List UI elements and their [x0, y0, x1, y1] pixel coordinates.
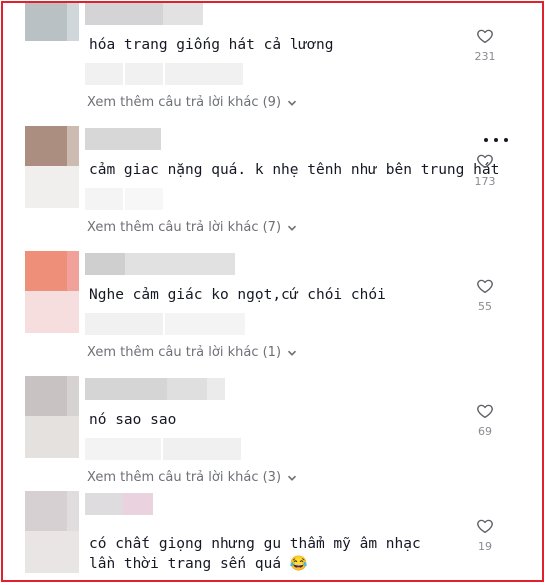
comment-section-frame: hóa trang giống hát cả lương 231 cảm gia… [1, 1, 544, 582]
like-count: 69 [478, 425, 492, 438]
comment-item: cảm giac nặng quá. k nhẹ tênh như bên tr… [3, 116, 542, 224]
more-options-icon[interactable] [484, 136, 508, 144]
avatar[interactable] [25, 491, 79, 573]
avatar[interactable] [25, 3, 79, 83]
avatar[interactable] [25, 126, 79, 208]
comment-item: nó sao sao 69 [3, 366, 542, 474]
comment-meta-blurred [85, 313, 245, 335]
heart-outline-icon[interactable] [476, 27, 494, 45]
heart-outline-icon[interactable] [476, 277, 494, 295]
chevron-down-icon [287, 350, 297, 356]
username-blurred[interactable] [85, 3, 203, 25]
comment-text: có chất giọng nhưng gu thẩm mỹ âm nhạc l… [89, 536, 421, 572]
view-more-label: Xem thêm câu trả lời khác (9) [87, 95, 282, 110]
chevron-down-icon [287, 100, 297, 106]
heart-outline-icon[interactable] [476, 152, 494, 170]
view-more-replies-button[interactable]: Xem thêm câu trả lời khác (9) [87, 95, 297, 110]
username-blurred[interactable] [85, 128, 161, 150]
view-more-label: Xem thêm câu trả lời khác (7) [87, 220, 282, 235]
like-count: 173 [474, 175, 496, 188]
view-more-replies-button[interactable]: Xem thêm câu trả lời khác (3) [87, 470, 297, 485]
comment-text: Nghe cảm giác ko ngọt,cứ chói chói [89, 287, 386, 303]
view-more-replies-button[interactable]: Xem thêm câu trả lời khác (1) [87, 345, 297, 360]
avatar[interactable] [25, 376, 79, 458]
like-count: 231 [474, 50, 496, 63]
comment-meta-blurred [85, 438, 245, 460]
avatar[interactable] [25, 251, 79, 333]
chevron-down-icon [287, 225, 297, 231]
like-control[interactable]: 69 [472, 402, 498, 438]
username-blurred[interactable] [85, 378, 225, 400]
like-control[interactable]: 55 [472, 277, 498, 313]
comment-text: hóa trang giống hát cả lương [89, 37, 334, 53]
view-more-label: Xem thêm câu trả lời khác (3) [87, 470, 282, 485]
view-more-label: Xem thêm câu trả lời khác (1) [87, 345, 282, 360]
comment-text: cảm giac nặng quá. k nhẹ tênh như bên tr… [89, 162, 500, 178]
comment-text: nó sao sao [89, 412, 177, 428]
like-count: 55 [478, 300, 492, 313]
view-more-replies-button[interactable]: Xem thêm câu trả lời khác (7) [87, 220, 297, 235]
comment-item: hóa trang giống hát cả lương 231 [3, 3, 542, 99]
comment-item: Nghe cảm giác ko ngọt,cứ chói chói 55 [3, 241, 542, 349]
username-blurred[interactable] [85, 493, 153, 515]
like-control[interactable]: 231 [472, 27, 498, 63]
comment-item: có chất giọng nhưng gu thẩm mỹ âm nhạc l… [3, 481, 542, 580]
chevron-down-icon [287, 475, 297, 481]
comment-meta-blurred [85, 63, 245, 85]
like-control[interactable]: 19 [472, 517, 498, 553]
like-control[interactable]: 173 [472, 152, 498, 188]
like-count: 19 [478, 540, 492, 553]
comment-meta-blurred [85, 188, 245, 210]
heart-outline-icon[interactable] [476, 402, 494, 420]
username-blurred[interactable] [85, 253, 235, 275]
heart-outline-icon[interactable] [476, 517, 494, 535]
